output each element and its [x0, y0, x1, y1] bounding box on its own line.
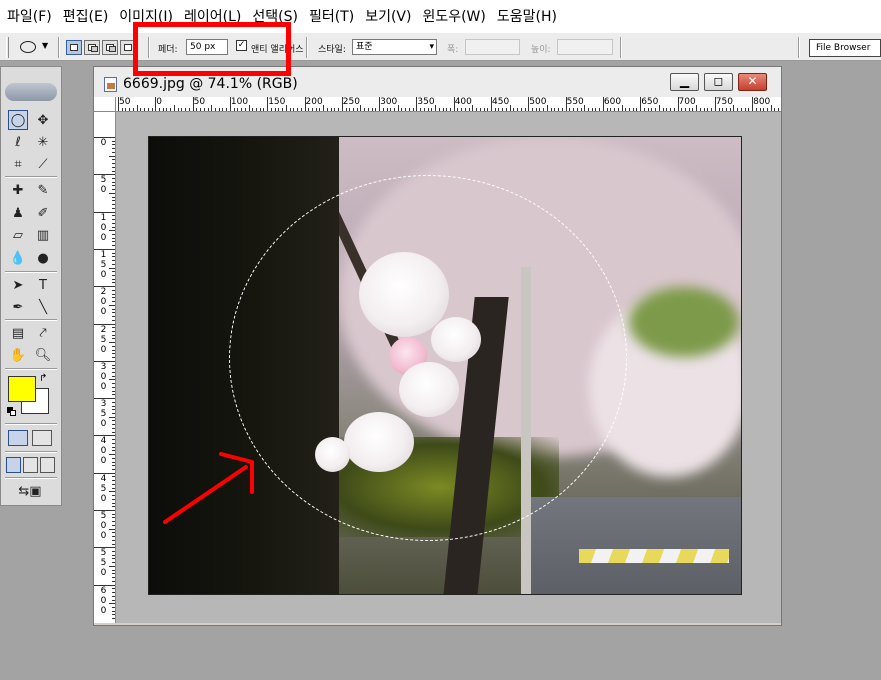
annotation-arrow-icon	[163, 452, 254, 524]
foreground-color-swatch[interactable]	[8, 376, 36, 402]
